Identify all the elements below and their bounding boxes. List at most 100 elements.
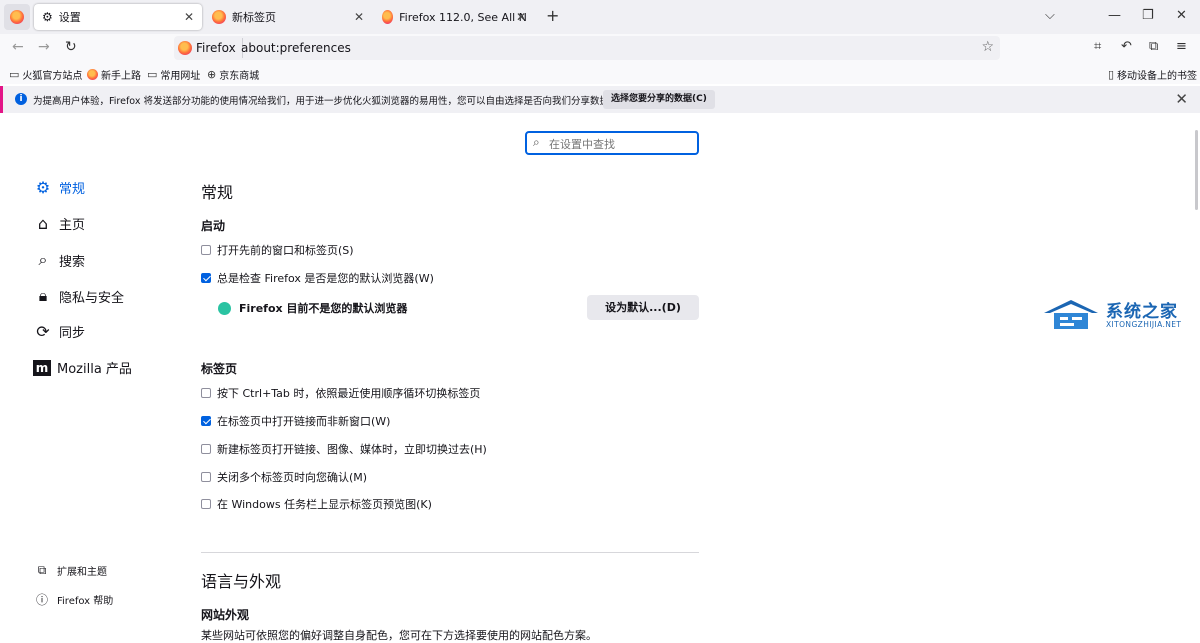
checkbox-unchecked[interactable]: [201, 499, 211, 509]
sidebar-item-mozilla[interactable]: m Mozilla 产品: [33, 358, 132, 377]
back-button[interactable]: ←: [12, 39, 24, 55]
sidebar-item-search[interactable]: ⌕ 搜索: [33, 250, 86, 270]
close-icon[interactable]: ✕: [1175, 90, 1188, 108]
checkbox-label: 在 Windows 任务栏上显示标签页预览图(K): [217, 498, 432, 511]
ctrl-tab-checkbox[interactable]: 按下 Ctrl+Tab 时，依照最近使用顺序循环切换标签页: [201, 385, 480, 401]
status-icon: [218, 301, 231, 315]
sidebar-firefox-help[interactable]: ⓘ Firefox 帮助: [35, 591, 113, 608]
sidebar-item-home[interactable]: ⌂ 主页: [33, 214, 85, 233]
sidebar-extensions-themes[interactable]: ⧉ 扩展和主题: [35, 563, 107, 578]
website-appearance-description: 某些网站可依照您的偏好调整自身配色，您可在下方选择要使用的网站配色方案。: [201, 629, 597, 642]
checkbox-label: 新建标签页打开链接、图像、媒体时，立即切换过去(H): [217, 443, 487, 456]
lock-icon: 🔒︎: [38, 286, 48, 305]
restore-session-checkbox[interactable]: 打开先前的窗口和标签页(S): [201, 242, 354, 258]
gear-icon: ⚙: [35, 178, 51, 197]
warn-close-tabs-checkbox[interactable]: 关闭多个标签页时向您确认(M): [201, 469, 367, 485]
window-close-button[interactable]: ✕: [1176, 8, 1187, 23]
bookmark-item[interactable]: ⊕ 京东商城: [207, 67, 259, 82]
tab-label: 设置: [58, 11, 81, 24]
checkbox-unchecked[interactable]: [201, 444, 211, 454]
tab-settings[interactable]: ⚙ 设置 ✕: [34, 4, 202, 30]
language-appearance-title: 语言与外观: [201, 572, 282, 591]
set-default-button[interactable]: 设为默认...(D): [587, 295, 699, 320]
bookmark-item[interactable]: ▭ 火狐官方站点: [9, 67, 82, 82]
globe-icon: ⊕: [207, 68, 217, 81]
tab-label: Firefox 112.0, See All New Fe: [399, 10, 526, 24]
undo-icon[interactable]: ↶: [1121, 39, 1132, 54]
tab-new-tab[interactable]: 新标签页 ✕: [204, 4, 372, 30]
bookmark-label: 京东商城: [219, 71, 260, 82]
nav-bar: ← → ↻ Firefox about:preferences ☆ ⌗ ↶ ⧉ …: [0, 34, 1200, 62]
firefox-icon: [382, 10, 394, 24]
watermark-url: XITONGZHIJIA.NET: [1106, 320, 1182, 329]
minimize-button[interactable]: —: [1108, 8, 1121, 23]
bookmark-label: 火狐官方站点: [22, 71, 83, 82]
checkbox-label: 按下 Ctrl+Tab 时，依照最近使用顺序循环切换标签页: [217, 387, 481, 400]
search-icon: ⌕: [38, 250, 48, 269]
watermark: 系统之家 XITONGZHIJIA.NET: [1040, 295, 1190, 335]
help-icon: ⓘ: [35, 593, 48, 607]
tab-pinned-firefox[interactable]: [4, 4, 30, 30]
tabs-heading: 标签页: [201, 362, 238, 376]
extensions-icon[interactable]: ⧉: [1149, 39, 1158, 54]
bookmark-star-icon[interactable]: ☆: [981, 39, 994, 55]
scrollbar[interactable]: [1194, 120, 1200, 639]
checkbox-unchecked[interactable]: [201, 245, 211, 255]
url-bar[interactable]: Firefox about:preferences ☆: [174, 36, 1000, 60]
list-tabs-button[interactable]: ⌵: [1045, 8, 1055, 23]
url-text[interactable]: about:preferences: [241, 41, 351, 55]
puzzle-icon: ⧉: [37, 563, 47, 577]
mozilla-icon: m: [33, 359, 51, 376]
close-icon[interactable]: ✕: [184, 10, 194, 24]
open-links-in-tabs-checkbox[interactable]: 在标签页中打开链接而非新窗口(W): [201, 413, 390, 429]
data-reporting-notification: i 为提高用户体验，Firefox 将发送部分功能的使用情况给我们，用于进一步优…: [0, 86, 1200, 113]
taskbar-previews-checkbox[interactable]: 在 Windows 任务栏上显示标签页预览图(K): [201, 496, 432, 512]
status-text: Firefox 目前不是您的默认浏览器: [239, 302, 408, 315]
checkbox-checked[interactable]: [201, 273, 211, 283]
checkbox-label: 打开先前的窗口和标签页(S): [217, 244, 354, 257]
sidebar-item-label: Mozilla 产品: [57, 362, 132, 377]
search-input[interactable]: [547, 135, 696, 153]
settings-search-box[interactable]: ⌕: [525, 131, 699, 155]
bookmark-item[interactable]: ▭ 常用网址: [147, 67, 200, 82]
crop-icon[interactable]: ⌗: [1094, 39, 1101, 54]
reload-button[interactable]: ↻: [65, 39, 77, 55]
gear-icon: ⚙: [42, 10, 53, 24]
checkbox-checked[interactable]: [201, 416, 211, 426]
checkbox-unchecked[interactable]: [201, 472, 211, 482]
tab-bar: ⚙ 设置 ✕ 新标签页 ✕ Firefox 112.0, See All New…: [0, 0, 1200, 34]
sidebar-item-privacy[interactable]: 🔒︎ 隐私与安全: [33, 286, 124, 306]
sidebar-item-general[interactable]: ⚙ 常规: [33, 178, 85, 197]
identity-label: Firefox: [196, 41, 236, 55]
close-icon[interactable]: ✕: [516, 10, 526, 24]
sidebar-item-label: 常规: [59, 182, 86, 197]
choose-data-button[interactable]: 选择您要分享的数据(C): [603, 90, 715, 109]
restore-button[interactable]: ❐: [1142, 8, 1154, 23]
firefox-icon: [87, 69, 98, 80]
sidebar-item-sync[interactable]: ⟳ 同步: [33, 322, 85, 341]
new-tab-button[interactable]: +: [546, 6, 559, 25]
bookmark-item[interactable]: 新手上路: [87, 67, 141, 82]
startup-heading: 启动: [201, 219, 226, 233]
mobile-bookmarks[interactable]: ▯ 移动设备上的书签: [1108, 67, 1197, 82]
default-browser-status: Firefox 目前不是您的默认浏览器: [218, 300, 407, 316]
menu-icon[interactable]: ≡: [1176, 39, 1187, 54]
close-icon[interactable]: ✕: [354, 10, 364, 24]
forward-button[interactable]: →: [38, 39, 50, 55]
sidebar-item-label: 同步: [59, 326, 86, 341]
scrollbar-thumb[interactable]: [1195, 130, 1198, 210]
notification-message: 为提高用户体验，Firefox 将发送部分功能的使用情况给我们，用于进一步优化火…: [33, 96, 619, 107]
section-divider: [201, 552, 699, 553]
sidebar-item-label: 隐私与安全: [59, 290, 125, 306]
checkbox-label: 总是检查 Firefox 是否是您的默认浏览器(W): [217, 272, 434, 285]
home-icon: ⌂: [37, 214, 49, 233]
identity-box[interactable]: Firefox: [178, 38, 243, 58]
watermark-title: 系统之家: [1106, 302, 1178, 322]
check-default-browser-checkbox[interactable]: 总是检查 Firefox 是否是您的默认浏览器(W): [201, 270, 434, 286]
checkbox-unchecked[interactable]: [201, 388, 211, 398]
mobile-icon: ▯: [1108, 68, 1115, 81]
bookmark-label: 移动设备上的书签: [1117, 71, 1198, 82]
tab-firefox-release[interactable]: Firefox 112.0, See All New Fe ✕: [374, 4, 534, 30]
folder-icon: ▭: [9, 68, 20, 81]
switch-to-new-tab-checkbox[interactable]: 新建标签页打开链接、图像、媒体时，立即切换过去(H): [201, 441, 487, 457]
